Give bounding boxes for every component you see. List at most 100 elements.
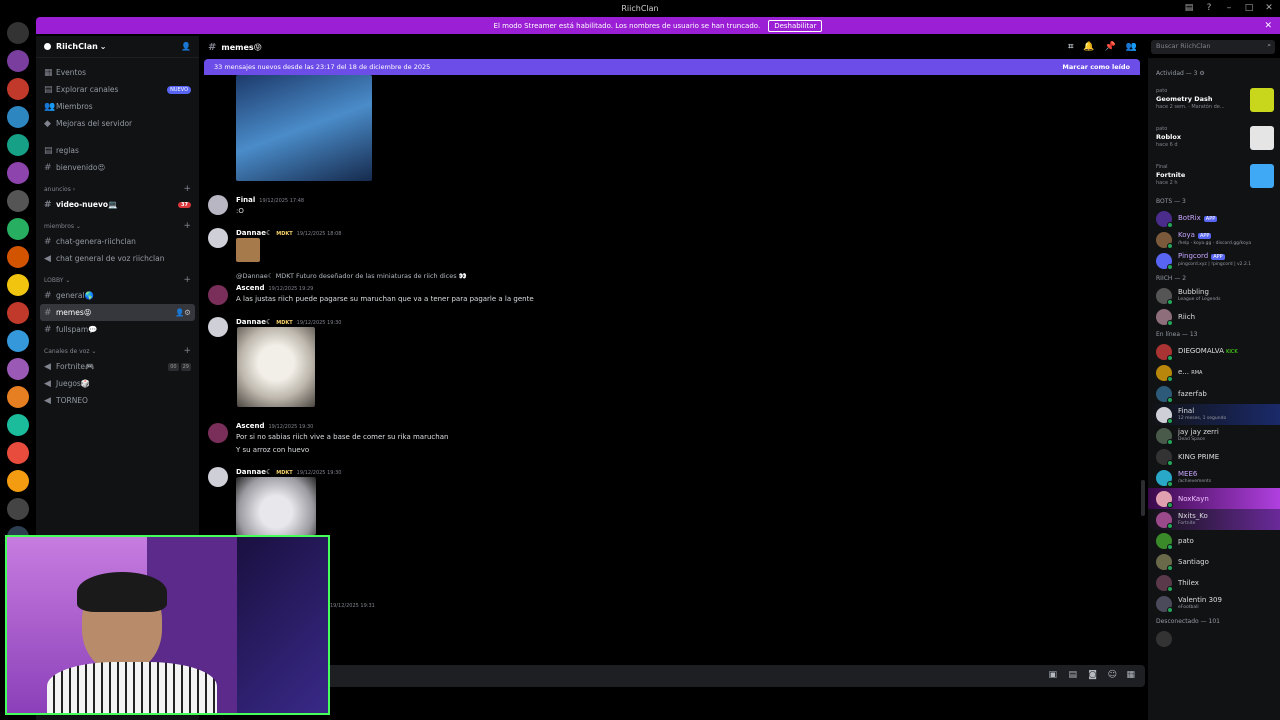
bell-icon[interactable]: 🔔 [1083, 42, 1094, 52]
gift-icon[interactable]: ▣ [1048, 670, 1057, 680]
mark-read-button[interactable]: Marcar como leído [1062, 63, 1130, 71]
server-icon[interactable] [7, 470, 29, 492]
search-input[interactable]: Buscar RiichClan ⌕ [1151, 40, 1275, 54]
channel-memes[interactable]: # memes😝 👤⚙ [40, 304, 195, 321]
server-icon[interactable] [7, 414, 29, 436]
channel-torneo[interactable]: ◀ TORNEO [40, 392, 195, 409]
server-header[interactable]: RiichClan ⌄ 👤 [36, 36, 199, 58]
member-item[interactable]: Thilex [1148, 572, 1280, 593]
add-channel-icon[interactable]: + [183, 275, 191, 285]
message-input[interactable]: ▣ ▤ ◙ ☺ ▦ [200, 665, 1145, 687]
member-list-icon[interactable]: 👥 [1126, 42, 1137, 52]
server-icon[interactable] [7, 442, 29, 464]
member-item[interactable]: Valentin 309 eFootball [1148, 593, 1280, 614]
member-item[interactable]: pato [1148, 530, 1280, 551]
member-item[interactable]: Riich [1148, 306, 1280, 327]
channel-chat-genera[interactable]: # chat-genera-riichclan [40, 233, 195, 250]
author-name[interactable]: Ascend 19/12/2025 19:29 [236, 284, 313, 292]
author-name[interactable]: Ascend 19/12/2025 19:30 [236, 422, 313, 430]
server-icon[interactable] [7, 302, 29, 324]
member-item[interactable]: NoxKayn [1148, 488, 1280, 509]
minimize-icon[interactable]: – [1222, 1, 1236, 15]
close-icon[interactable]: ✕ [1264, 21, 1272, 31]
scrollbar[interactable] [1141, 480, 1145, 516]
channel-fortnite[interactable]: ◀ Fortnite🎮 00 29 [40, 358, 195, 375]
author-name[interactable]: Dannae☾ MDKT 19/12/2025 19:30 [236, 468, 342, 476]
member-item[interactable]: jay jay zerri Dead Space [1148, 425, 1280, 446]
sticker-icon[interactable]: ◙ [1088, 670, 1097, 680]
member-item[interactable]: fazerfab [1148, 383, 1280, 404]
server-icon[interactable] [7, 330, 29, 352]
server-icon[interactable] [7, 106, 29, 128]
maximize-icon[interactable]: □ [1242, 1, 1256, 15]
server-icon[interactable] [7, 50, 29, 72]
avatar[interactable] [208, 423, 228, 443]
author-name[interactable]: Final 19/12/2025 17:48 [236, 196, 304, 204]
avatar[interactable] [208, 228, 228, 248]
channel-general[interactable]: # general🌎 [40, 287, 195, 304]
help-icon[interactable]: ? [1202, 1, 1216, 15]
server-icon[interactable] [7, 218, 29, 240]
server-icon[interactable] [7, 274, 29, 296]
member-item[interactable]: MEE6/achievements [1148, 467, 1280, 488]
apps-icon[interactable]: ▦ [1126, 670, 1135, 680]
channel-bienvenido[interactable]: # bienvenido😍 [40, 159, 195, 176]
member-item[interactable]: Nxits_Ko Fortnite [1148, 509, 1280, 530]
category-miembros[interactable]: miembros ⌄ + [36, 219, 199, 233]
channel-reglas[interactable]: ▤ reglas [40, 142, 195, 159]
member-item[interactable]: e... RMA [1148, 362, 1280, 383]
new-messages-bar[interactable]: 33 mensajes nuevos desde las 23:17 del 1… [204, 59, 1140, 75]
channel-juegos[interactable]: ◀ Juegos🎲 [40, 375, 195, 392]
close-window-icon[interactable]: ✕ [1262, 1, 1276, 15]
member-item[interactable]: Santiago [1148, 551, 1280, 572]
channel-fullspam[interactable]: # fullspam💬 [40, 321, 195, 338]
avatar[interactable] [208, 285, 228, 305]
add-channel-icon[interactable]: + [183, 184, 191, 194]
member-item[interactable]: Pingcord APP pingcord.xyz | !pingcord | v2… [1148, 250, 1280, 271]
server-icon[interactable] [7, 246, 29, 268]
settings-icon[interactable]: 👤⚙ [175, 308, 191, 317]
emoji-icon[interactable]: ☺ [1108, 670, 1117, 680]
channel-video-nuevo[interactable]: # video-nuevo💻 37 [40, 196, 195, 213]
message-image[interactable] [237, 327, 315, 407]
category-anuncios[interactable]: anuncios › + [36, 182, 199, 196]
threads-icon[interactable]: ⌗ [1068, 42, 1073, 52]
member-item[interactable]: DIEGOMALVA KICK [1148, 341, 1280, 362]
inbox-icon[interactable]: ▤ [1182, 1, 1196, 15]
server-icon[interactable] [7, 134, 29, 156]
avatar[interactable] [208, 195, 228, 215]
activity-card[interactable]: pato Geometry Dash hace 2 sem. · Maratón d… [1148, 80, 1280, 118]
server-icon[interactable] [7, 358, 29, 380]
server-icon[interactable] [7, 386, 29, 408]
add-channel-icon[interactable]: + [183, 346, 191, 356]
member-item[interactable]: Bubbling League of Legends [1148, 285, 1280, 306]
server-icon[interactable] [7, 78, 29, 100]
avatar[interactable] [208, 317, 228, 337]
sidebar-item-events[interactable]: ▦ Eventos [40, 64, 195, 81]
server-icon[interactable] [7, 190, 29, 212]
add-channel-icon[interactable]: + [183, 221, 191, 231]
home-icon[interactable] [7, 22, 29, 44]
server-icon[interactable] [7, 498, 29, 520]
sidebar-item-boosts[interactable]: ◆ Mejoras del servidor [40, 115, 195, 132]
author-name[interactable]: Dannae☾ MDKT 19/12/2025 18:08 [236, 229, 342, 237]
pin-icon[interactable]: 📌 [1105, 42, 1116, 52]
sidebar-item-members[interactable]: 👥 Miembros [40, 98, 195, 115]
avatar[interactable] [208, 467, 228, 487]
channel-voz-general[interactable]: ◀ chat general de voz riichclan [40, 250, 195, 267]
server-icon[interactable] [7, 162, 29, 184]
gif-icon[interactable]: ▤ [1068, 670, 1077, 680]
member-item[interactable]: BotRix APP [1148, 208, 1280, 229]
category-voz[interactable]: Canales de voz ⌄ + [36, 344, 199, 358]
sidebar-item-browse[interactable]: ▤ Explorar canales NUEVO [40, 81, 195, 98]
disable-streamer-button[interactable]: Deshabilitar [768, 19, 823, 32]
message-image[interactable] [236, 75, 372, 181]
member-item[interactable] [1148, 628, 1280, 649]
activity-card[interactable]: pato Roblox hace 6 d [1148, 118, 1280, 156]
message-image[interactable] [236, 238, 260, 262]
reply-preview[interactable]: @Dannae☾ MDKT Futuro deseñador de las mi… [236, 272, 467, 280]
member-item[interactable]: Final 12 meses, 1 segundo [1148, 404, 1280, 425]
member-item[interactable]: Koya APP/help · koya.gg · discord.gg/koya [1148, 229, 1280, 250]
author-name[interactable]: Dannae☾ MDKT 19/12/2025 19:30 [236, 318, 342, 326]
member-item[interactable]: KING PRIME [1148, 446, 1280, 467]
